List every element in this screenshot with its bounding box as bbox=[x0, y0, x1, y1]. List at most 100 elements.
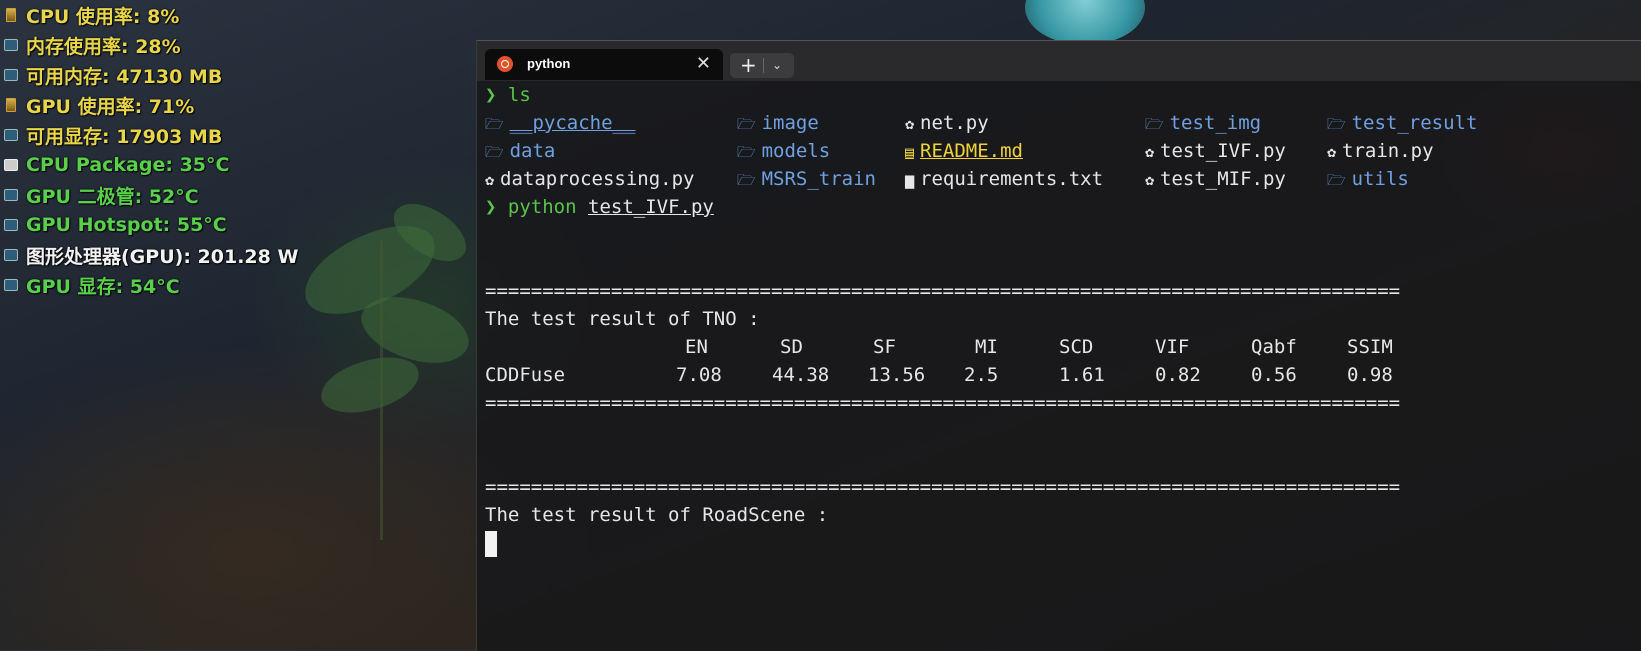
desktop-lamp-decoration bbox=[1025, 0, 1145, 45]
terminal-window[interactable]: python ✕ + ⌄ ❯ ls 🗁 __pycache__ 🗁 image ✿ n… bbox=[476, 40, 1641, 651]
new-tab-group: + ⌄ bbox=[730, 53, 794, 78]
table-header-cell: VIF bbox=[1155, 336, 1190, 358]
folder-icon: 🗁 bbox=[737, 143, 756, 161]
python-icon: ✿ bbox=[1327, 143, 1337, 161]
table-cell: 0.56 bbox=[1251, 364, 1297, 386]
prompt-icon: ❯ bbox=[485, 84, 497, 106]
separator-line: ========================================… bbox=[485, 280, 1401, 302]
ls-entry: 🗁 image bbox=[737, 109, 819, 138]
table-header-cell: SD bbox=[780, 336, 803, 358]
monitor-text: CPU 使用率: 8% bbox=[26, 5, 180, 28]
plant-leaf bbox=[316, 351, 424, 419]
ls-entry-name: README.md bbox=[920, 140, 1023, 162]
plant-stem bbox=[380, 240, 383, 540]
monitor-row-mem-usage: 内存使用率: 28% bbox=[4, 30, 298, 60]
ls-row: ✿ dataprocessing.py 🗁 MSRS_train ▆ requirem… bbox=[485, 165, 1635, 193]
monitor-text: 可用内存: 47130 MB bbox=[26, 65, 223, 88]
monitor-text: GPU Hotspot: 55°C bbox=[26, 214, 227, 236]
monitor-text: CPU Package: 35°C bbox=[26, 154, 230, 176]
new-tab-button[interactable]: + bbox=[740, 53, 757, 78]
monitor-text: 内存使用率: 28% bbox=[26, 35, 181, 58]
ls-entry-name: models bbox=[761, 140, 831, 162]
ls-entry: 🗁 utils bbox=[1327, 165, 1409, 194]
table-cell: 0.98 bbox=[1347, 364, 1393, 386]
separator-line: ========================================… bbox=[485, 392, 1401, 414]
table-row-label: CDDFuse bbox=[485, 364, 566, 386]
monitor-row-cpu-package: CPU Package: 35°C bbox=[4, 150, 298, 180]
monitor-icon bbox=[4, 189, 18, 201]
prompt-icon: ❯ bbox=[485, 196, 497, 218]
python-icon: ✿ bbox=[485, 171, 495, 189]
table-cell: 44.38 bbox=[772, 364, 830, 386]
monitor-row-vram-temp: GPU 显存: 54°C bbox=[4, 270, 298, 300]
ls-entry-name: test_MIF.py bbox=[1160, 168, 1286, 190]
monitor-icon bbox=[4, 279, 18, 291]
table-header-cell: SSIM bbox=[1347, 336, 1393, 358]
tab-title: python bbox=[527, 56, 571, 71]
input-line[interactable] bbox=[485, 529, 1635, 557]
folder-icon: 🗁 bbox=[1145, 115, 1164, 133]
ls-entry-name: __pycache__ bbox=[509, 112, 636, 134]
ls-entry: 🗁 models bbox=[737, 137, 830, 166]
python-icon: ✿ bbox=[1145, 143, 1155, 161]
ls-entry-name: data bbox=[509, 140, 556, 162]
table-cell: 7.08 bbox=[676, 364, 722, 386]
monitor-row-available-vram: 可用显存: 17903 MB bbox=[4, 120, 298, 150]
monitor-icon bbox=[4, 219, 18, 231]
table-header-cell: SCD bbox=[1059, 336, 1094, 358]
ls-entry: ✿ net.py bbox=[905, 109, 989, 138]
ls-entry-name: dataprocessing.py bbox=[500, 168, 695, 190]
table-cell: 2.5 bbox=[964, 364, 999, 386]
ls-entry-name: MSRS_train bbox=[761, 168, 876, 190]
folder-icon: 🗁 bbox=[485, 115, 504, 133]
monitor-row-cpu-usage: CPU 使用率: 8% bbox=[4, 0, 298, 30]
ls-entry: ▤ README.md bbox=[905, 137, 1023, 166]
command-line: ❯ ls bbox=[485, 81, 1635, 109]
divider bbox=[763, 58, 764, 73]
hourglass-icon bbox=[6, 98, 16, 112]
ls-entry: ✿ test_MIF.py bbox=[1145, 165, 1286, 194]
ls-entry-name: test_IVF.py bbox=[1160, 140, 1286, 162]
monitor-row-gpu-power: 图形处理器(GPU): 201.28 W bbox=[4, 240, 298, 270]
ls-entry: ✿ dataprocessing.py bbox=[485, 165, 695, 194]
ls-entry: 🗁 __pycache__ bbox=[485, 109, 635, 138]
ls-entry: 🗁 data bbox=[485, 137, 555, 166]
memory-icon bbox=[4, 39, 18, 51]
chevron-down-icon[interactable]: ⌄ bbox=[772, 53, 782, 78]
table-cell: 13.56 bbox=[868, 364, 926, 386]
command-program: python bbox=[507, 196, 577, 218]
result-title: The test result of TNO : bbox=[485, 308, 760, 330]
monitor-text: GPU 二极管: 52°C bbox=[26, 185, 199, 208]
table-row: CDDFuse 7.08 44.38 13.56 2.5 1.61 0.82 0… bbox=[485, 361, 1635, 389]
monitor-row-gpu-usage: GPU 使用率: 71% bbox=[4, 90, 298, 120]
python-icon: ✿ bbox=[905, 115, 915, 133]
folder-icon: 🗁 bbox=[737, 171, 756, 189]
terminal-output[interactable]: ❯ ls 🗁 __pycache__ 🗁 image ✿ net.py 🗁 test_i… bbox=[485, 81, 1635, 557]
result-title: The test result of RoadScene : bbox=[485, 504, 829, 526]
memory-icon bbox=[4, 129, 18, 141]
monitor-row-gpu-diode: GPU 二极管: 52°C bbox=[4, 180, 298, 210]
ls-entry: ▆ requirements.txt bbox=[905, 165, 1103, 194]
folder-icon: 🗁 bbox=[1327, 171, 1346, 189]
ls-entry: ✿ test_IVF.py bbox=[1145, 137, 1286, 166]
ls-entry: 🗁 test_img bbox=[1145, 109, 1261, 138]
command-argument: test_IVF.py bbox=[588, 196, 714, 218]
folder-icon: 🗁 bbox=[485, 143, 504, 161]
document-icon: ▆ bbox=[905, 171, 915, 189]
close-icon[interactable]: ✕ bbox=[696, 53, 711, 74]
hourglass-icon bbox=[6, 8, 16, 22]
markdown-icon: ▤ bbox=[905, 143, 915, 161]
tab-python[interactable]: python ✕ bbox=[485, 49, 723, 80]
table-header-cell: EN bbox=[685, 336, 708, 358]
table-header-cell: Qabf bbox=[1251, 336, 1297, 358]
command-line: ❯ python test_IVF.py bbox=[485, 193, 1635, 221]
monitor-row-gpu-hotspot: GPU Hotspot: 55°C bbox=[4, 210, 298, 240]
python-icon: ✿ bbox=[1145, 171, 1155, 189]
monitor-text: GPU 使用率: 71% bbox=[26, 95, 195, 118]
monitor-icon bbox=[4, 249, 18, 261]
ls-entry-name: test_img bbox=[1169, 112, 1262, 134]
monitor-text: 可用显存: 17903 MB bbox=[26, 125, 223, 148]
ls-entry: 🗁 test_result bbox=[1327, 109, 1477, 138]
memory-icon bbox=[4, 69, 18, 81]
